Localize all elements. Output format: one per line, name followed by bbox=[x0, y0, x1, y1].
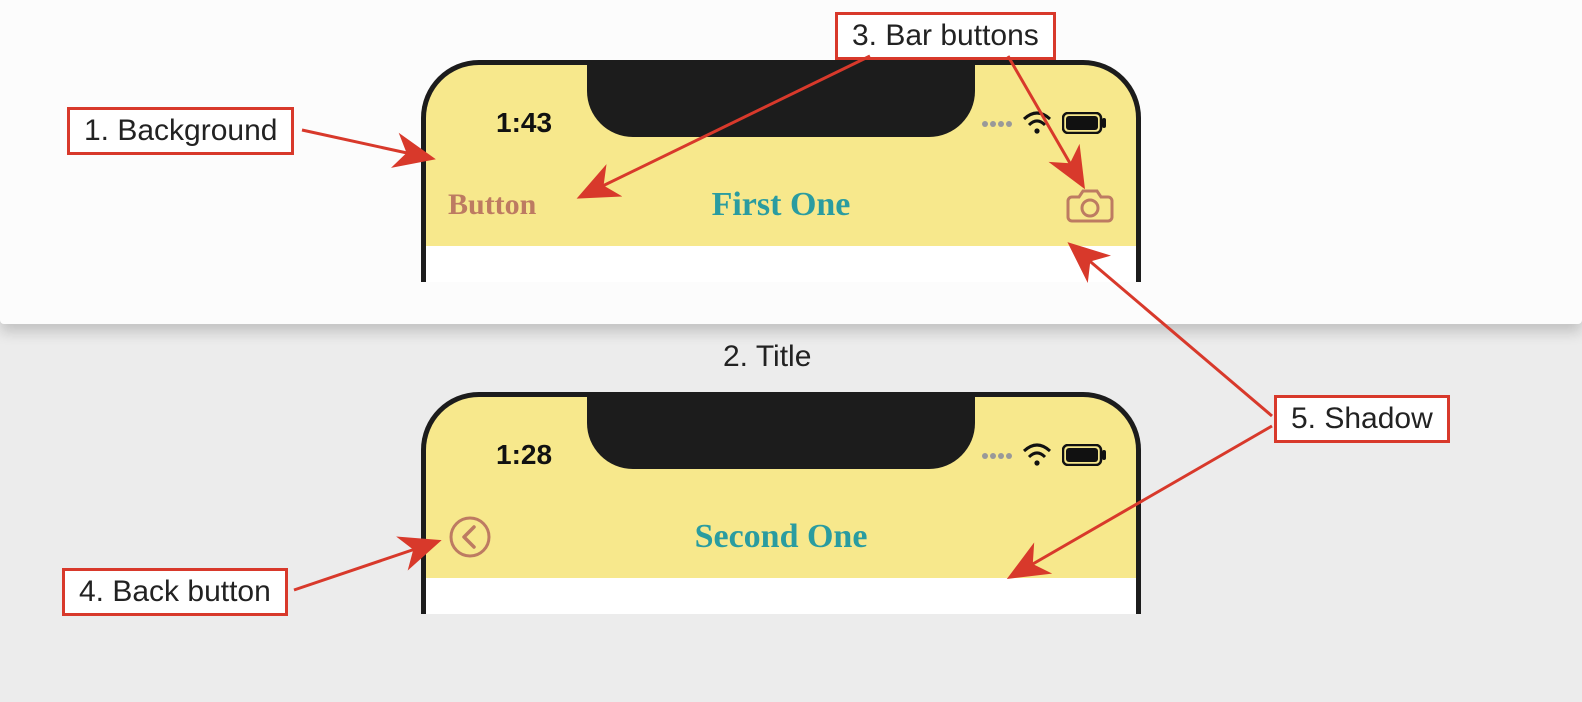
content-area bbox=[426, 578, 1136, 614]
content-area bbox=[426, 246, 1136, 282]
callout-shadow: 5. Shadow bbox=[1274, 395, 1450, 443]
navigation-bar: Button First One bbox=[426, 175, 1136, 235]
status-time: 1:28 bbox=[496, 439, 552, 471]
navigation-bar: Second One bbox=[426, 507, 1136, 567]
back-button-icon[interactable] bbox=[448, 515, 492, 559]
status-icons bbox=[980, 443, 1108, 467]
callout-back-button: 4. Back button bbox=[62, 568, 288, 616]
notch bbox=[587, 65, 975, 137]
camera-icon[interactable] bbox=[1066, 185, 1114, 225]
callout-title: 2. Title bbox=[723, 340, 811, 374]
phone-mock-bottom: 1:28 Second One bbox=[421, 392, 1141, 614]
nav-title: Second One bbox=[695, 518, 868, 556]
signal-dots-icon bbox=[980, 446, 1012, 464]
signal-dots-icon bbox=[980, 114, 1012, 132]
wifi-icon bbox=[1022, 443, 1052, 467]
battery-icon bbox=[1062, 112, 1108, 134]
callout-background: 1. Background bbox=[67, 107, 294, 155]
notch bbox=[587, 397, 975, 469]
wifi-icon bbox=[1022, 111, 1052, 135]
left-bar-button[interactable]: Button bbox=[448, 188, 536, 222]
status-time: 1:43 bbox=[496, 107, 552, 139]
phone-mock-top: 1:43 Button First One bbox=[421, 60, 1141, 282]
battery-icon bbox=[1062, 444, 1108, 466]
status-icons bbox=[980, 111, 1108, 135]
nav-title: First One bbox=[712, 186, 851, 224]
callout-bar-buttons: 3. Bar buttons bbox=[835, 12, 1056, 60]
